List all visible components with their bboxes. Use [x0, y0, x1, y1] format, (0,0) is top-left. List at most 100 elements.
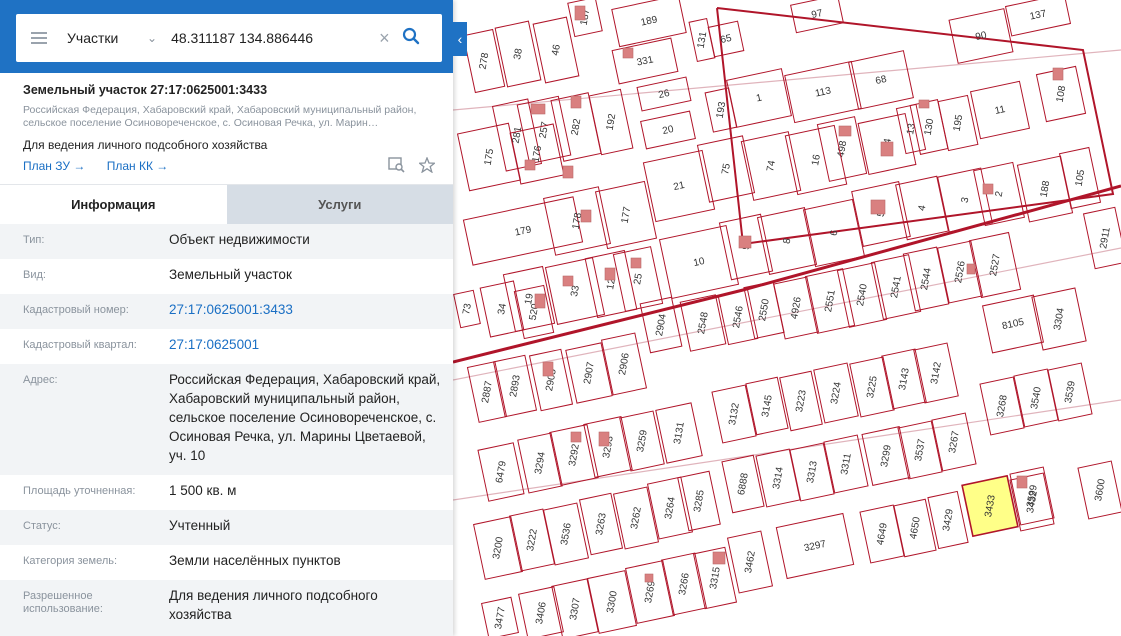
- info-value-link[interactable]: 27:17:0625001: [169, 329, 443, 364]
- building: [604, 267, 616, 281]
- parcel-label: 3314: [771, 466, 786, 490]
- parcel-label: 3224: [829, 381, 844, 405]
- parcel-label: 2887: [480, 380, 495, 404]
- info-value: Объект недвижимости: [169, 232, 310, 247]
- info-row: Категория земель: Земли населённых пункто…: [0, 545, 453, 580]
- parcel-label: 179: [514, 224, 533, 238]
- search-bar: Участки ⌄ 48.311187 134.886446 ×: [0, 0, 453, 73]
- info-value: Российская Федерация, Хабаровский край, …: [169, 372, 441, 463]
- parcel-label: 3406: [534, 601, 549, 625]
- parcel-label: 90: [975, 30, 989, 43]
- building: [966, 263, 976, 275]
- cadastral-map[interactable]: 187 189 97 137 278 38 46 331 65 90 131 113 68 1 26 193 1…: [453, 0, 1121, 636]
- parcel-label: 3259: [635, 429, 650, 453]
- parcel-label: 3311: [839, 452, 854, 476]
- parcel-label: 3222: [525, 528, 540, 552]
- building: [870, 199, 886, 215]
- parcel-label: 73: [461, 302, 474, 315]
- parcel-label: 108: [1055, 84, 1069, 103]
- parcel-label: 3307: [568, 597, 583, 621]
- building: [574, 5, 586, 21]
- parcel-label: 2541: [889, 275, 904, 299]
- plan-zu-link[interactable]: План ЗУ →: [23, 159, 85, 173]
- parcel-label: 131: [696, 30, 710, 49]
- collapse-panel-button[interactable]: ‹: [453, 22, 467, 56]
- info-row: Кадастровый квартал: 27:17:0625001: [0, 329, 453, 364]
- parcel-label: 189: [640, 14, 659, 28]
- parcel-label: 2526: [953, 260, 968, 284]
- parcel-label: 2551: [823, 289, 838, 313]
- search-input[interactable]: 48.311187 134.886446: [171, 30, 371, 46]
- parcel-label: 65: [720, 33, 734, 46]
- chevron-down-icon[interactable]: ⌄: [147, 31, 157, 45]
- info-value: Земли населённых пунктов: [169, 553, 341, 568]
- info-row: Адрес: Российская Федерация, Хабаровский …: [0, 364, 453, 475]
- parcel-label: 4: [917, 204, 929, 212]
- parcel-title: Земельный участок 27:17:0625001:3433: [23, 83, 268, 97]
- building: [644, 573, 654, 583]
- parcel-label: 75: [720, 162, 733, 175]
- info-key: Тип:: [23, 234, 45, 246]
- map-canvas[interactable]: 187 189 97 137278 38 4633165 90131113681261931…: [453, 0, 1121, 636]
- info-value: Земельный участок: [169, 267, 292, 282]
- parcel-label: 2546: [731, 305, 746, 329]
- info-key: Вид:: [23, 269, 46, 281]
- building: [880, 141, 894, 157]
- close-icon[interactable]: ×: [379, 28, 390, 49]
- building: [738, 235, 752, 249]
- parcel-label: 188: [1039, 179, 1053, 198]
- parcel-label: 34: [496, 302, 509, 315]
- parcel-label: 3225: [865, 375, 880, 399]
- parcel-label: 2893: [508, 374, 523, 398]
- building: [1052, 67, 1064, 81]
- search-icon[interactable]: [402, 27, 420, 50]
- panel-tabs: Информация Услуги: [0, 184, 453, 224]
- info-key: Адрес:: [23, 374, 58, 386]
- search-type-select[interactable]: Участки: [67, 30, 147, 46]
- building: [562, 275, 574, 287]
- parcel-label: 113: [814, 85, 832, 99]
- tab-info[interactable]: Информация: [0, 185, 227, 224]
- building: [982, 183, 994, 195]
- parcel-label: 4649: [875, 522, 890, 546]
- parcel-label: 3223: [794, 389, 809, 413]
- parcel-label: 68: [875, 74, 889, 87]
- parcel-label: 175: [483, 147, 497, 166]
- info-value-link[interactable]: 27:17:0625001:3433: [169, 294, 443, 329]
- menu-icon[interactable]: [31, 32, 47, 44]
- tab-services[interactable]: Услуги: [226, 185, 453, 224]
- parcel-label: 3131: [672, 421, 687, 445]
- info-panel: Участки ⌄ 48.311187 134.886446 × Земельн…: [0, 0, 453, 636]
- parcel-label: 3600: [1093, 478, 1108, 502]
- parcel-label: 38: [512, 47, 525, 60]
- info-key: Разрешенное использование:: [23, 590, 103, 615]
- search-box: Участки ⌄ 48.311187 134.886446 ×: [16, 14, 442, 62]
- parcel-label: 192: [605, 112, 619, 131]
- parcel-label: 3313: [805, 460, 820, 484]
- building: [570, 431, 582, 443]
- parcel-label: 130: [923, 117, 937, 136]
- building: [918, 99, 930, 109]
- zoom-to-icon[interactable]: [388, 157, 405, 178]
- info-key: Кадастровый номер:: [23, 304, 129, 316]
- parcel-label: 331: [636, 54, 655, 68]
- building: [598, 431, 610, 447]
- parcel-label: 3264: [663, 496, 678, 520]
- parcel-label: 3142: [929, 361, 944, 385]
- parcel-label: 3537: [913, 438, 928, 462]
- info-value: Для ведения личного подсобного хозяйства: [169, 588, 378, 622]
- plan-kk-link[interactable]: План КК →: [107, 159, 169, 173]
- parcel-label: 3429: [941, 508, 956, 532]
- info-row: Кадастровый номер: 27:17:0625001:3433: [0, 294, 453, 329]
- card-tools: [388, 156, 437, 178]
- parcel-label: 3536: [559, 522, 574, 546]
- parcel-label: 6479: [494, 460, 509, 484]
- info-row: Тип: Объект недвижимости: [0, 224, 453, 259]
- parcel-label: 3262: [629, 506, 644, 530]
- info-row: Вид: Земельный участок: [0, 259, 453, 294]
- favorite-star-icon[interactable]: [417, 156, 437, 178]
- building: [1016, 475, 1028, 489]
- parcel-label: 3268: [995, 394, 1010, 418]
- parcel-label: 6888: [736, 472, 751, 496]
- parcel-label: 3299: [879, 444, 894, 468]
